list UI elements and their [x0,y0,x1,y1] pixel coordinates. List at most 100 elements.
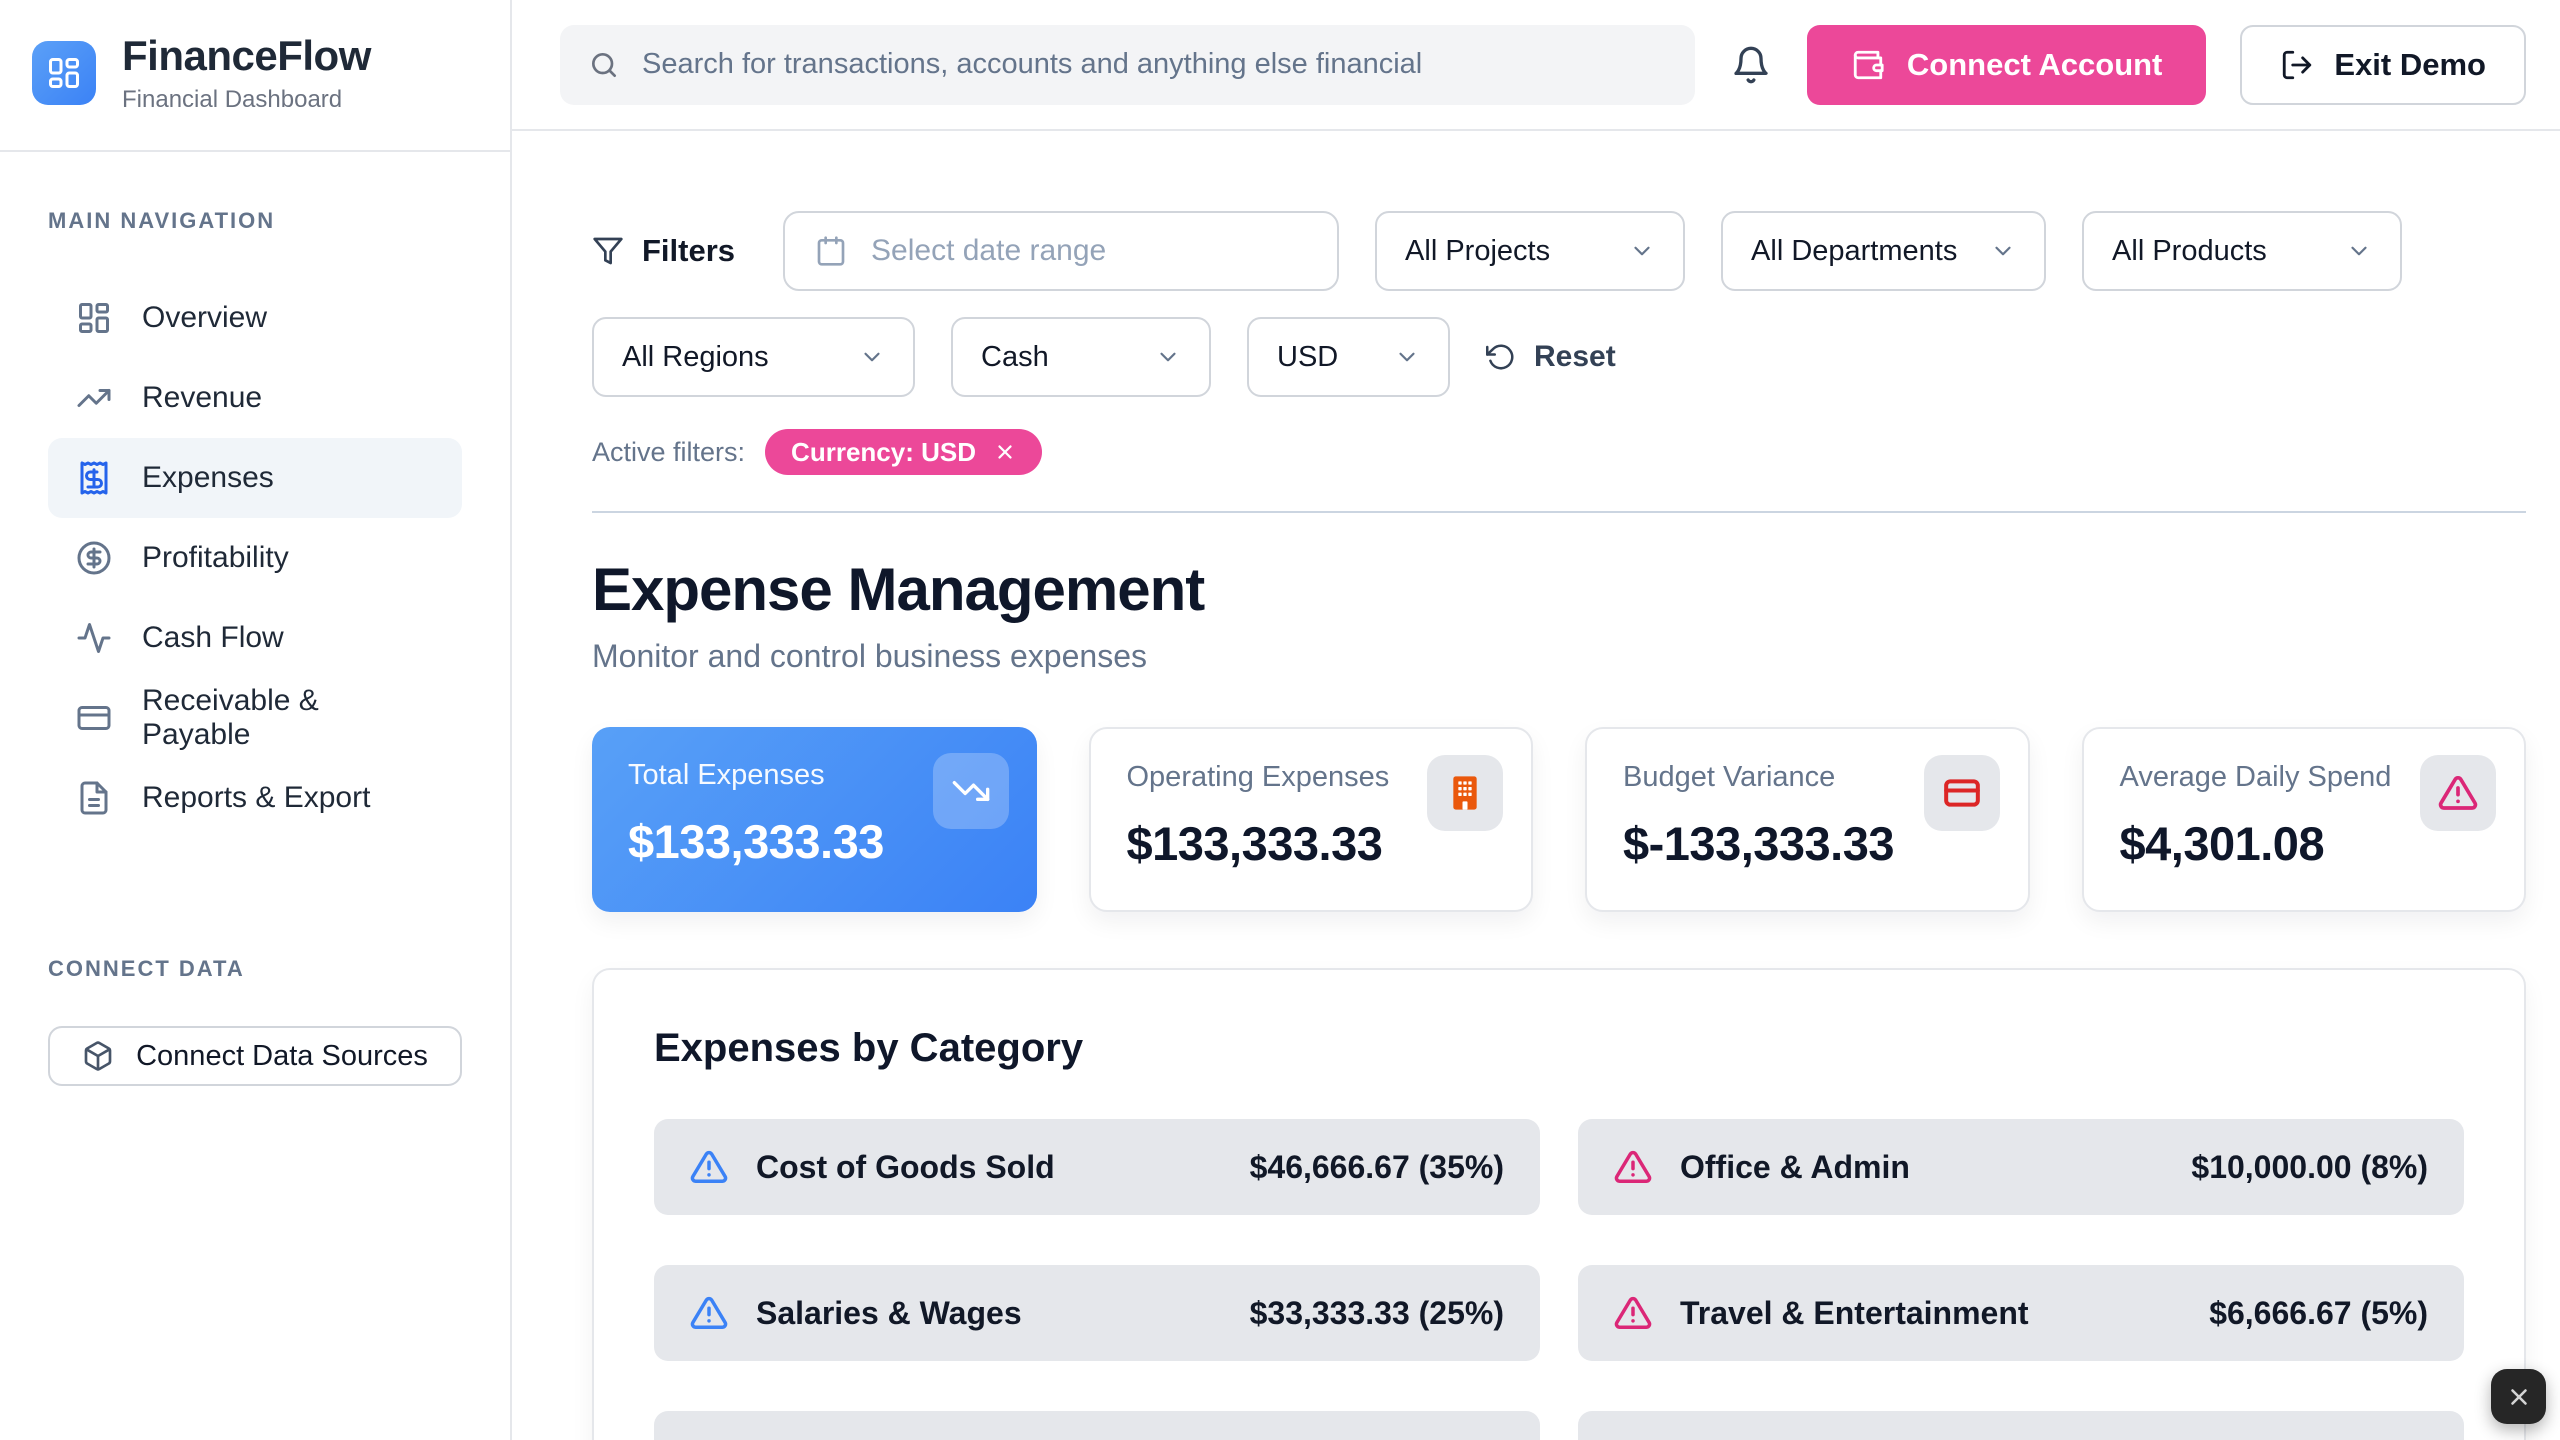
projects-select-value: All Projects [1405,235,1550,268]
sidebar-item-cash-flow[interactable]: Cash Flow [48,598,462,678]
topbar: Connect Account Exit Demo [512,0,2560,131]
products-select[interactable]: All Products [2082,211,2402,291]
payment-method-select[interactable]: Cash [951,317,1211,397]
calendar-icon [815,235,847,267]
date-range-input[interactable]: Select date range [783,211,1339,291]
main-column: Connect Account Exit Demo Filters Select… [512,0,2560,1440]
circle-dollar-icon [76,540,112,576]
trending-down-icon [933,753,1009,829]
sidebar-item-label: Receivable & Payable [142,684,434,752]
notifications-bell-button[interactable] [1729,43,1773,87]
wallet-icon [1851,48,1885,82]
category-row-travel-entertainment[interactable]: Travel & Entertainment $6,666.67 (5%) [1578,1265,2464,1361]
search-bar[interactable] [560,25,1695,105]
category-name: Office & Admin [1680,1149,1910,1186]
main-navigation: MAIN NAVIGATION Overview Revenue Expense… [0,152,510,838]
stat-card-budget-variance[interactable]: Budget Variance $-133,333.33 [1585,727,2030,912]
chevron-down-icon [859,344,885,370]
app-root: FinanceFlow Financial Dashboard MAIN NAV… [0,0,2560,1440]
trending-up-icon [76,380,112,416]
logout-icon [2280,48,2314,82]
alert-triangle-icon [1614,1294,1652,1332]
file-text-icon [76,780,112,816]
stat-card-total-expenses[interactable]: Total Expenses $133,333.33 [592,727,1037,912]
category-value: $10,000.00 (8%) [2191,1149,2428,1186]
close-overlay-button[interactable] [2491,1369,2546,1424]
currency-select-value: USD [1277,341,1338,374]
alert-triangle-icon [2420,755,2496,831]
stat-card-operating-expenses[interactable]: Operating Expenses $133,333.33 [1089,727,1534,912]
brand-name: FinanceFlow [122,32,371,80]
page-subtitle: Monitor and control business expenses [592,638,2526,675]
category-row-marketing[interactable]: Marketing $20,000.00 (15%) [654,1411,1540,1440]
regions-select[interactable]: All Regions [592,317,915,397]
category-name: Salaries & Wages [756,1295,1022,1332]
rotate-ccw-icon [1486,342,1516,372]
connect-data-section: CONNECT DATA Connect Data Sources [0,956,510,1086]
sidebar-item-label: Reports & Export [142,781,370,815]
alert-triangle-icon [690,1294,728,1332]
credit-card-icon [1924,755,2000,831]
category-row-salaries-wages[interactable]: Salaries & Wages $33,333.33 (25%) [654,1265,1540,1361]
currency-chip-label: Currency: USD [791,437,976,468]
sidebar-item-overview[interactable]: Overview [48,278,462,358]
sidebar-item-label: Cash Flow [142,621,284,655]
category-value: $46,666.67 (35%) [1250,1149,1504,1186]
connect-account-button[interactable]: Connect Account [1807,25,2206,105]
category-row-cost-of-goods-sold[interactable]: Cost of Goods Sold $46,666.67 (35%) [654,1119,1540,1215]
filters-label: Filters [642,233,735,269]
active-filters-label: Active filters: [592,437,745,468]
currency-select[interactable]: USD [1247,317,1450,397]
sidebar-item-receivable-payable[interactable]: Receivable & Payable [48,678,462,758]
building-icon [1427,755,1503,831]
sidebar-item-expenses[interactable]: Expenses [48,438,462,518]
content-area: Filters Select date range All Projects A… [512,131,2560,1440]
sidebar-item-profitability[interactable]: Profitability [48,518,462,598]
close-icon[interactable] [994,441,1016,463]
expenses-by-category-title: Expenses by Category [654,1026,2464,1071]
projects-select[interactable]: All Projects [1375,211,1685,291]
search-icon [588,49,620,81]
date-range-placeholder: Select date range [871,234,1106,268]
search-input[interactable] [642,48,1667,81]
connect-data-sources-button[interactable]: Connect Data Sources [48,1026,462,1086]
dashboard-icon [76,300,112,336]
sidebar-item-label: Profitability [142,541,289,575]
chevron-down-icon [1394,344,1420,370]
activity-icon [76,620,112,656]
exit-demo-button[interactable]: Exit Demo [2240,25,2526,105]
chevron-down-icon [2346,238,2372,264]
connect-data-label: CONNECT DATA [48,956,462,982]
box-icon [82,1040,114,1072]
sidebar-item-reports-export[interactable]: Reports & Export [48,758,462,838]
filter-funnel-icon [592,235,624,267]
chevron-down-icon [1155,344,1181,370]
reset-filters-button[interactable]: Reset [1486,340,1616,374]
chevron-down-icon [1629,238,1655,264]
stat-cards-row: Total Expenses $133,333.33 Operating Exp… [592,727,2526,912]
category-value: $6,666.67 (5%) [2209,1295,2428,1332]
brand: FinanceFlow Financial Dashboard [0,0,510,152]
payment-method-select-value: Cash [981,341,1049,374]
currency-filter-chip[interactable]: Currency: USD [765,429,1042,475]
category-value: $33,333.33 (25%) [1250,1295,1504,1332]
connect-account-label: Connect Account [1907,47,2162,83]
departments-select-value: All Departments [1751,235,1957,268]
sidebar-item-label: Overview [142,301,267,335]
sidebar-item-revenue[interactable]: Revenue [48,358,462,438]
nav-section-label: MAIN NAVIGATION [48,208,462,234]
page-title: Expense Management [592,555,2526,624]
filters-row-2: All Regions Cash USD Reset [592,317,2526,397]
category-row-office-admin[interactable]: Office & Admin $10,000.00 (8%) [1578,1119,2464,1215]
stat-card-average-daily-spend[interactable]: Average Daily Spend $4,301.08 [2082,727,2527,912]
departments-select[interactable]: All Departments [1721,211,2046,291]
sidebar-item-label: Expenses [142,461,274,495]
filters-title: Filters [592,233,735,269]
category-name: Travel & Entertainment [1680,1295,2029,1332]
chevron-down-icon [1990,238,2016,264]
alert-triangle-icon [1614,1148,1652,1186]
category-row-professional-services[interactable]: Professional Services $3,333.33 (3%) [1578,1411,2464,1440]
brand-subtitle: Financial Dashboard [122,86,371,114]
exit-demo-label: Exit Demo [2334,47,2486,83]
regions-select-value: All Regions [622,341,769,374]
